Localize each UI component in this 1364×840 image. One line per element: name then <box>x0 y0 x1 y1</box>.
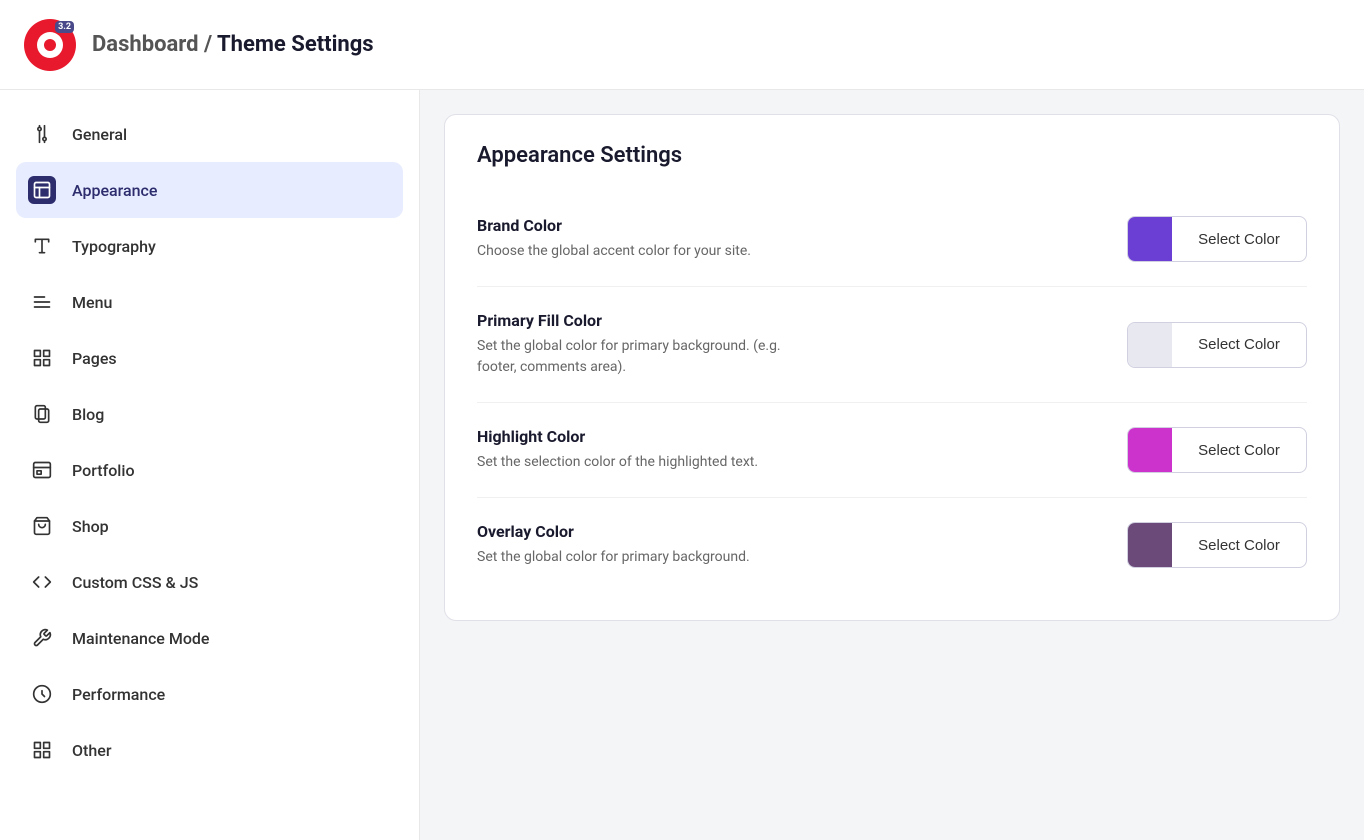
sidebar-item-appearance[interactable]: Appearance <box>16 162 403 218</box>
logo-badge: 3.2 <box>55 21 74 33</box>
color-swatch-brand-color <box>1128 217 1172 261</box>
settings-row-highlight-color: Highlight Color Set the selection color … <box>477 403 1307 498</box>
sidebar-item-shop[interactable]: Shop <box>0 498 419 554</box>
logo-dot <box>44 39 56 51</box>
blog-icon <box>28 400 56 428</box>
appearance-settings-card: Appearance Settings Brand Color Choose t… <box>444 114 1340 621</box>
sidebar-item-blog[interactable]: Blog <box>0 386 419 442</box>
breadcrumb-main: Theme Settings <box>217 32 374 57</box>
performance-icon <box>28 680 56 708</box>
sidebar-item-typography[interactable]: Typography <box>0 218 419 274</box>
sidebar-label-maintenance: Maintenance Mode <box>72 629 210 648</box>
settings-row-brand-color: Brand Color Choose the global accent col… <box>477 192 1307 287</box>
settings-desc-overlay-color: Set the global color for primary backgro… <box>477 547 797 568</box>
breadcrumb-prefix: Dashboard / <box>92 32 217 57</box>
logo-inner <box>37 32 63 58</box>
settings-label-overlay-color: Overlay Color Set the global color for p… <box>477 522 1095 568</box>
sidebar-item-performance[interactable]: Performance <box>0 666 419 722</box>
settings-title-brand-color: Brand Color <box>477 216 1095 235</box>
settings-label-highlight-color: Highlight Color Set the selection color … <box>477 427 1095 473</box>
color-select-btn-overlay-color[interactable]: Select Color <box>1127 522 1307 568</box>
sidebar-label-blog: Blog <box>72 405 104 424</box>
maintenance-icon <box>28 624 56 652</box>
sidebar-item-custom-css-js[interactable]: Custom CSS & JS <box>0 554 419 610</box>
settings-label-brand-color: Brand Color Choose the global accent col… <box>477 216 1095 262</box>
sidebar-item-pages[interactable]: Pages <box>0 330 419 386</box>
settings-row-primary-fill-color: Primary Fill Color Set the global color … <box>477 287 1307 403</box>
color-swatch-overlay-color <box>1128 523 1172 567</box>
settings-title-primary-fill-color: Primary Fill Color <box>477 311 1095 330</box>
color-select-text-primary-fill-color: Select Color <box>1172 336 1306 353</box>
app-logo: 3.2 <box>24 19 76 71</box>
settings-desc-primary-fill-color: Set the global color for primary backgro… <box>477 336 797 378</box>
sidebar-label-shop: Shop <box>72 517 109 536</box>
color-select-text-highlight-color: Select Color <box>1172 442 1306 459</box>
color-select-btn-brand-color[interactable]: Select Color <box>1127 216 1307 262</box>
sidebar-label-general: General <box>72 125 127 144</box>
sidebar-label-other: Other <box>72 741 111 760</box>
color-select-btn-primary-fill-color[interactable]: Select Color <box>1127 322 1307 368</box>
sidebar-label-portfolio: Portfolio <box>72 461 135 480</box>
shop-icon <box>28 512 56 540</box>
appearance-icon <box>28 176 56 204</box>
typography-icon <box>28 232 56 260</box>
settings-title-highlight-color: Highlight Color <box>477 427 1095 446</box>
section-title: Appearance Settings <box>477 143 1307 168</box>
other-icon <box>28 736 56 764</box>
portfolio-icon <box>28 456 56 484</box>
settings-desc-highlight-color: Set the selection color of the highlight… <box>477 452 797 473</box>
pages-icon <box>28 344 56 372</box>
settings-row-overlay-color: Overlay Color Set the global color for p… <box>477 498 1307 592</box>
sidebar-item-portfolio[interactable]: Portfolio <box>0 442 419 498</box>
color-swatch-primary-fill-color <box>1128 323 1172 367</box>
sidebar-item-general[interactable]: General <box>0 106 419 162</box>
sidebar-item-maintenance[interactable]: Maintenance Mode <box>0 610 419 666</box>
page-title: Dashboard / Theme Settings <box>92 32 374 57</box>
color-swatch-highlight-color <box>1128 428 1172 472</box>
color-select-text-brand-color: Select Color <box>1172 231 1306 248</box>
sidebar-label-typography: Typography <box>72 237 156 256</box>
settings-desc-brand-color: Choose the global accent color for your … <box>477 241 797 262</box>
settings-title-overlay-color: Overlay Color <box>477 522 1095 541</box>
sidebar-label-performance: Performance <box>72 685 165 704</box>
menu-icon <box>28 288 56 316</box>
settings-label-primary-fill-color: Primary Fill Color Set the global color … <box>477 311 1095 378</box>
sidebar-item-menu[interactable]: Menu <box>0 274 419 330</box>
sidebar-label-custom-css-js: Custom CSS & JS <box>72 573 198 592</box>
sidebar-label-pages: Pages <box>72 349 117 368</box>
color-select-btn-highlight-color[interactable]: Select Color <box>1127 427 1307 473</box>
sliders-icon <box>28 120 56 148</box>
app-header: 3.2 Dashboard / Theme Settings <box>0 0 1364 90</box>
color-select-text-overlay-color: Select Color <box>1172 537 1306 554</box>
sidebar-label-appearance: Appearance <box>72 181 157 200</box>
sidebar-label-menu: Menu <box>72 293 112 312</box>
main-content: Appearance Settings Brand Color Choose t… <box>420 90 1364 840</box>
sidebar-item-other[interactable]: Other <box>0 722 419 778</box>
code-icon <box>28 568 56 596</box>
sidebar: General Appearance Typography Menu Pages… <box>0 90 420 840</box>
